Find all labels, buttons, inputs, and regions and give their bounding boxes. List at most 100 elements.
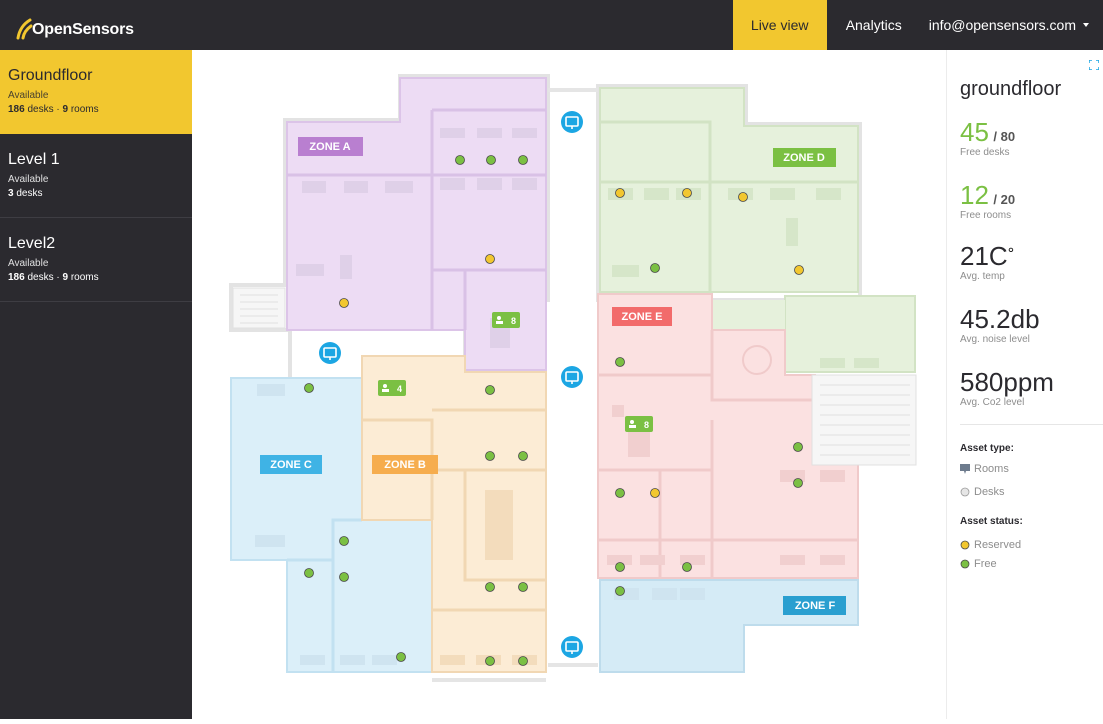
desk-icon: [960, 487, 970, 497]
main-nav: Live view Analytics info@opensensors.com: [732, 0, 1103, 50]
noise-label: Avg. noise level: [960, 334, 1030, 345]
svg-text:ZONE A: ZONE A: [309, 141, 350, 153]
floor-capacity: 186 desks · 9 rooms: [8, 272, 99, 283]
free-desks-value: 45: [960, 117, 989, 147]
legend-free[interactable]: Free: [960, 558, 997, 570]
caret-down-icon: [1083, 23, 1089, 27]
desk-free: [650, 263, 660, 273]
asset-status-title: Asset status:: [960, 516, 1023, 527]
desk-reserved: [485, 254, 495, 264]
noise-value: 45.2db: [960, 304, 1040, 334]
screen-icon[interactable]: [561, 111, 583, 133]
top-navbar: OpenSensors Live view Analytics info@ope…: [0, 0, 1103, 50]
temp-stat: 21C° Avg. temp: [960, 242, 1014, 282]
temp-unit: °: [1007, 245, 1015, 263]
fullscreen-icon[interactable]: [1089, 60, 1099, 70]
floor-name: Level2: [8, 235, 56, 252]
zone-e-label: ZONE E: [612, 307, 672, 326]
co2-label: Avg. Co2 level: [960, 397, 1025, 408]
floor-title: groundfloor: [960, 78, 1062, 100]
nav-live-view[interactable]: Live view: [732, 0, 827, 50]
desk-free: [304, 383, 314, 393]
svg-text:ZONE B: ZONE B: [384, 459, 426, 471]
desk-free: [485, 385, 495, 395]
free-desks-total: / 80: [993, 129, 1016, 144]
zone-b-label: ZONE B: [372, 455, 438, 474]
svg-text:ZONE E: ZONE E: [622, 311, 663, 323]
free-rooms-stat: 12 / 20 Free rooms: [960, 181, 1015, 221]
asset-type-title: Asset type:: [960, 443, 1014, 454]
signal-logo-icon: [16, 18, 33, 40]
floor-capacity: 186 desks · 9 rooms: [8, 104, 99, 115]
legend-desks[interactable]: Desks: [960, 486, 1005, 498]
desk-free: [615, 357, 625, 367]
svg-text:ZONE F: ZONE F: [795, 600, 836, 612]
desk-reserved: [682, 188, 692, 198]
floor-plan-svg: ZONE A ZONE D ZONE E ZONE C ZONE B ZONE …: [229, 74, 917, 682]
desk-free: [396, 652, 406, 662]
room-icon: [960, 464, 970, 474]
desk-reserved: [650, 488, 660, 498]
co2-stat: 580ppm Avg. Co2 level: [960, 368, 1054, 408]
logo-text: OpenSensors: [32, 21, 134, 38]
desk-free: [518, 155, 528, 165]
svg-text:8: 8: [511, 316, 516, 326]
nav-analytics[interactable]: Analytics: [827, 0, 921, 50]
desk-free: [485, 451, 495, 461]
desk-free: [339, 536, 349, 546]
legend-rooms[interactable]: Rooms: [960, 463, 1009, 475]
screen-icon[interactable]: [561, 366, 583, 388]
co2-value: 580ppm: [960, 367, 1054, 397]
desk-free: [304, 568, 314, 578]
screen-icon[interactable]: [319, 342, 341, 364]
floor-name: Level 1: [8, 151, 60, 168]
stats-panel: groundfloor 45 / 80 Free desks 12 / 20 F…: [946, 50, 1103, 719]
desk-free: [486, 155, 496, 165]
legend-reserved[interactable]: Reserved: [960, 539, 1021, 551]
floor-item-level-1[interactable]: Level 1 Available 3 desks: [0, 134, 192, 218]
desk-free: [339, 572, 349, 582]
desk-reserved: [794, 265, 804, 275]
floor-name: Groundfloor: [8, 67, 93, 84]
floor-sidebar: Groundfloor Available 186 desks · 9 room…: [0, 50, 192, 719]
desk-free: [793, 478, 803, 488]
user-menu[interactable]: info@opensensors.com: [921, 0, 1103, 50]
desk-free: [485, 656, 495, 666]
desk-free: [518, 582, 528, 592]
divider: [960, 424, 1103, 425]
desk-reserved: [615, 188, 625, 198]
zone-c-label: ZONE C: [260, 455, 322, 474]
temp-label: Avg. temp: [960, 271, 1005, 282]
user-email: info@opensensors.com: [928, 17, 1076, 33]
free-desks-label: Free desks: [960, 147, 1010, 158]
floor-plan-map: ZONE A ZONE D ZONE E ZONE C ZONE B ZONE …: [192, 50, 946, 719]
free-rooms-value: 12: [960, 180, 989, 210]
opensensors-logo[interactable]: OpenSensors: [14, 10, 134, 42]
floor-item-groundfloor[interactable]: Groundfloor Available 186 desks · 9 room…: [0, 50, 192, 134]
room-badge-zone-e[interactable]: 8: [625, 416, 653, 432]
room-badge-zone-a[interactable]: 8: [492, 312, 520, 328]
desk-free: [455, 155, 465, 165]
desk-free: [485, 582, 495, 592]
free-dot-icon: [960, 559, 970, 569]
desk-free: [518, 656, 528, 666]
free-rooms-total: / 20: [993, 192, 1016, 207]
desk-reserved: [339, 298, 349, 308]
desk-free: [682, 562, 692, 572]
svg-text:ZONE D: ZONE D: [783, 152, 825, 164]
desk-free: [793, 442, 803, 452]
zone-d-label: ZONE D: [773, 148, 836, 167]
desk-reserved: [738, 192, 748, 202]
floor-status: Available: [8, 174, 49, 185]
floor-item-level2[interactable]: Level2 Available 186 desks · 9 rooms: [0, 218, 192, 302]
screen-icon[interactable]: [561, 636, 583, 658]
noise-stat: 45.2db Avg. noise level: [960, 305, 1040, 345]
zone-f-label: ZONE F: [783, 596, 846, 615]
svg-text:4: 4: [397, 384, 402, 394]
room-badge-zone-b[interactable]: 4: [378, 380, 406, 396]
floor-status: Available: [8, 258, 49, 269]
free-desks-stat: 45 / 80 Free desks: [960, 118, 1015, 158]
floor-capacity: 3 desks: [8, 188, 43, 199]
desk-free: [615, 586, 625, 596]
zone-a-label: ZONE A: [298, 137, 363, 156]
